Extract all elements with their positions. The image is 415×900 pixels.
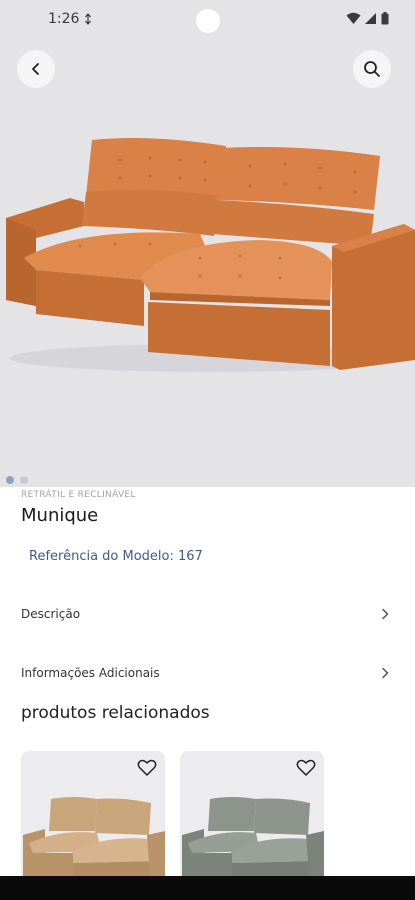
search-button[interactable]: [353, 50, 391, 88]
chevron-right-icon: [382, 608, 389, 620]
product-image-gallery[interactable]: 1:26: [0, 0, 415, 487]
additional-info-row[interactable]: Informações Adicionais: [0, 654, 415, 692]
wifi-icon: [346, 12, 361, 24]
search-icon: [364, 61, 380, 77]
carousel-indicator[interactable]: [6, 476, 28, 484]
heart-icon[interactable]: [296, 759, 316, 777]
description-row[interactable]: Descrição: [0, 595, 415, 633]
carousel-dot-active[interactable]: [6, 476, 14, 484]
chevron-left-icon: [32, 63, 39, 75]
back-button[interactable]: [17, 50, 55, 88]
heart-icon[interactable]: [137, 759, 157, 777]
related-products-title: produtos relacionados: [21, 703, 210, 723]
data-sync-icon: [85, 13, 91, 25]
model-reference: Referência do Modelo: 167: [29, 549, 203, 564]
status-time: 1:26: [48, 11, 80, 27]
status-bar: 1:26: [0, 0, 415, 40]
related-product-card[interactable]: [180, 751, 324, 887]
sofa-image: [6, 138, 415, 372]
additional-info-label: Informações Adicionais: [21, 666, 160, 680]
camera-cutout: [196, 9, 220, 33]
signal-icon: [365, 13, 376, 24]
description-label: Descrição: [21, 607, 81, 621]
status-icons: [346, 12, 389, 25]
beige-sofa-image: [23, 797, 165, 887]
battery-icon: [381, 12, 389, 25]
product-category: RETRÁTIL E RECLINÁVEL: [21, 490, 136, 500]
carousel-dot[interactable]: [20, 476, 28, 484]
chevron-right-icon: [382, 667, 389, 679]
related-product-card[interactable]: [21, 751, 165, 887]
product-name: Munique: [21, 505, 99, 526]
gray-sofa-image: [182, 797, 324, 887]
system-navigation-bar: [0, 876, 415, 900]
